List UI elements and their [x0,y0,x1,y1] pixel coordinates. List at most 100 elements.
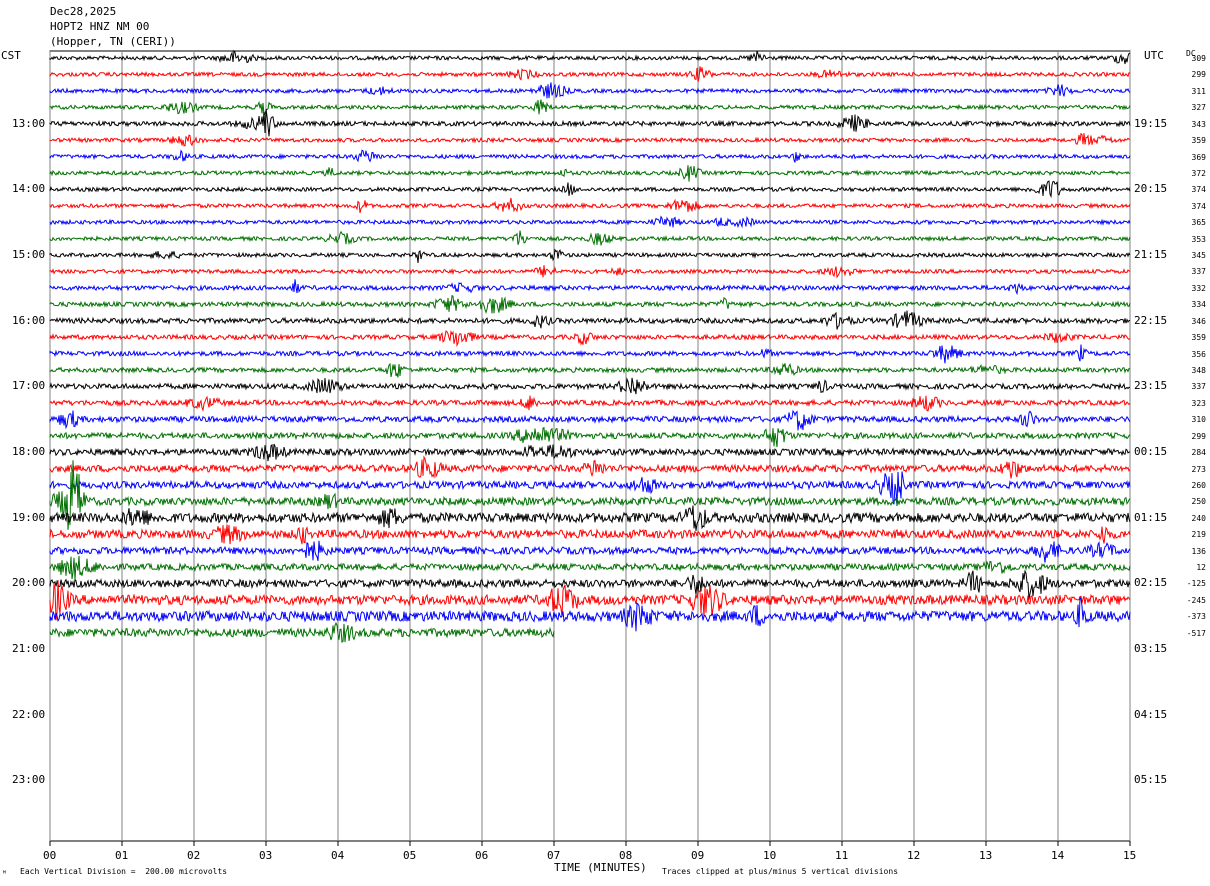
cst-hour-label: 19:00 [12,510,46,524]
plot-date: Dec28,2025 [50,5,117,18]
dc-offset-label: 337 [1191,382,1206,392]
seismic-trace [49,460,1131,530]
seismic-trace [49,455,1131,479]
dc-offset-label: 369 [1191,152,1206,162]
seismic-trace [49,165,1131,182]
cst-hour-label: 14:00 [12,182,46,196]
x-tick-label: 05 [403,849,417,862]
seismic-trace [49,310,1131,330]
dc-offset-label: -373 [1186,612,1206,622]
seismic-trace [49,279,1131,296]
seismic-trace [49,108,1131,137]
x-tick-label: 06 [475,849,489,862]
seismic-trace [49,248,1131,264]
x-tick-label: 11 [835,849,849,862]
seismic-trace [49,621,555,644]
dc-offset-label: 365 [1191,218,1206,228]
dc-offset-label: 310 [1191,415,1206,425]
seismic-trace [49,180,1131,199]
seismic-trace [49,230,1131,246]
utc-hour-label: 21:15 [1134,248,1168,262]
seismic-trace [49,540,1131,563]
seismic-trace [49,505,1131,531]
cst-hour-label: 20:00 [12,576,46,590]
dc-offset-label: 337 [1191,267,1206,277]
utc-hour-label: 05:15 [1134,773,1168,787]
x-tick-label: 03 [259,849,273,862]
seismic-trace [49,99,1131,116]
utc-hour-label: 00:15 [1134,445,1168,459]
cst-hour-label: 13:00 [12,116,46,130]
cst-hour-label: 18:00 [12,445,46,459]
seismic-trace [49,362,1131,378]
seismic-trace [49,426,1131,448]
dc-offset-label: -245 [1186,595,1206,605]
dc-offset-label: 219 [1191,530,1206,540]
seismic-trace [49,409,1131,431]
x-tick-label: 14 [1051,849,1065,862]
seismic-trace [49,197,1131,214]
dc-offset-label: 332 [1191,283,1206,293]
seismic-trace [49,49,1131,65]
x-tick-label: 02 [187,849,201,862]
plot-frame [49,50,1131,842]
seismic-trace [49,395,1131,412]
dc-offset-label: 348 [1191,365,1206,375]
utc-hour-label: 20:15 [1134,182,1168,196]
seismic-trace [49,149,1131,163]
x-tick-label: 04 [331,849,345,862]
corner-mark: ᴹ [2,869,7,878]
cst-hour-label: 21:00 [12,642,46,656]
dc-offset-label: 374 [1191,185,1206,195]
dc-offset-label: 346 [1191,316,1206,326]
x-tick-label: 13 [979,849,993,862]
utc-hour-label: 02:15 [1134,576,1168,590]
dc-offset-label: 374 [1191,201,1206,211]
seismic-trace [49,524,1131,545]
cst-hour-label: 16:00 [12,313,46,327]
scale-note: Each Vertical Division = 200.00 microvol… [20,867,228,876]
seismic-trace [49,579,1131,621]
dc-offset-label: 250 [1191,497,1206,507]
dc-offset-label: 12 [1196,563,1206,573]
seismic-trace [49,443,1131,462]
seismic-trace [49,215,1131,229]
seismic-trace [49,569,1131,600]
x-tick-label: 01 [115,849,129,862]
dc-offset-label: 353 [1191,234,1206,244]
dc-offset-label: 345 [1191,251,1206,261]
dc-offset-label: 136 [1191,546,1206,556]
dc-offset-label: 334 [1191,300,1206,310]
dc-offset-label: 299 [1191,70,1206,80]
dc-offset-label: 343 [1191,119,1206,129]
dc-offset-label: 284 [1191,448,1206,458]
dc-offset-label: 299 [1191,431,1206,441]
utc-hour-label: 23:15 [1134,379,1168,393]
dc-offset-label: -517 [1186,628,1206,638]
dc-offset-label: 372 [1191,168,1206,178]
seismogram-plot [49,49,1131,846]
station-location: (Hopper, TN (CERI)) [50,35,176,48]
utc-hour-label: 19:15 [1134,116,1168,130]
dc-offset-label: 356 [1191,349,1206,359]
seismic-trace [49,132,1131,147]
dc-offset-label: 273 [1191,464,1206,474]
dc-offset-label: 309 [1191,54,1206,63]
utc-hour-label: 03:15 [1134,642,1168,656]
dc-offset-label: 260 [1191,480,1206,490]
dc-offset-label: 323 [1191,398,1206,408]
cst-hour-label: 23:00 [12,773,46,787]
x-tick-label: 12 [907,849,921,862]
cst-hour-label: 15:00 [12,248,46,262]
x-tick-label: 00 [43,849,57,862]
seismic-trace [49,265,1131,279]
left-timezone-label: CST [1,49,21,62]
dc-offset-label: 327 [1191,103,1206,113]
dc-offset-label: 240 [1191,513,1206,523]
seismic-trace [49,377,1131,395]
right-timezone-label: UTC [1144,49,1164,62]
x-tick-label: 15 [1123,849,1137,862]
cst-hour-label: 17:00 [12,379,46,393]
utc-hour-label: 04:15 [1134,707,1168,721]
seismic-trace [49,66,1131,83]
